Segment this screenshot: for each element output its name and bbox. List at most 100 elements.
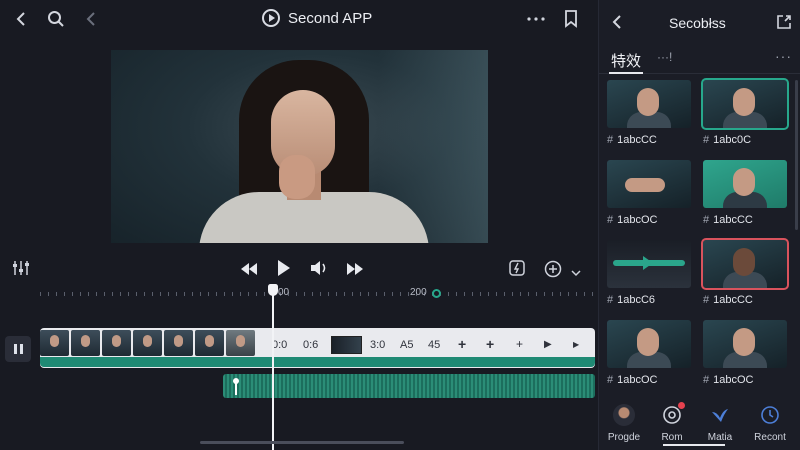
effect-card[interactable]: #1abcCC [703,160,787,226]
effect-caption: #1abcC6 [607,294,691,306]
nav-label: Matia [707,432,733,443]
hash-icon: # [607,294,614,306]
effect-caption: #1abcOC [607,214,691,226]
panel-back-icon[interactable] [607,12,627,32]
track-time: 0:6 [303,339,319,351]
volume-icon[interactable] [311,260,329,281]
thumbnail [40,330,69,356]
hash-icon: # [607,214,614,226]
playback-controls [0,255,598,285]
settings-sliders-icon[interactable] [12,259,30,282]
bookmark-icon[interactable] [560,8,582,30]
pause-button[interactable] [5,336,31,362]
subject-hand [279,155,315,199]
more-dots-icon[interactable] [524,8,548,30]
add-keyframe-button[interactable]: + [458,336,466,352]
effect-label: 1abcCC [713,214,753,226]
effect-thumbnail [607,160,691,208]
ruler-label-playhead: 00 [278,287,290,298]
panel-scrollbar[interactable] [795,80,798,230]
thumbnail [133,330,162,356]
effect-thumbnail [703,160,787,208]
effect-label: 1abcCC [713,294,753,306]
add-keyframe-button[interactable]: + [486,336,494,352]
effect-label: 1abc0C [713,134,752,146]
effect-caption: #1abc0C [703,134,787,146]
play-segment-button[interactable]: ▶ [573,340,579,349]
panel-tabs: 特效 ···! ··· [599,44,800,74]
add-circle-icon[interactable] [544,260,562,283]
clip-thumbnail[interactable] [331,336,362,354]
thumbnail [195,330,224,356]
hash-icon: # [703,294,710,306]
playhead-knob[interactable] [268,284,278,296]
hash-icon: # [607,374,614,386]
ruler-ticks [40,292,595,296]
effect-card[interactable]: #1abcC6 [607,240,691,306]
bottom-nav: Progde Rom Matia Recont [599,398,800,450]
panel-title: Secobłss [669,15,726,31]
back-arrow-dim-icon[interactable] [80,8,102,30]
horizontal-scrollbar[interactable] [200,441,404,444]
fast-forward-icon[interactable] [347,262,363,280]
thumbnail [226,330,255,356]
tab-effects[interactable]: 特效 [611,50,641,71]
effect-label: 1abcC6 [617,294,656,306]
top-bar: Second APP [0,0,598,40]
nav-item-rom[interactable]: Rom [647,402,697,443]
play-circle-icon [262,9,280,27]
rewind-icon[interactable] [241,262,257,280]
effect-card[interactable]: #1abcCC [701,238,789,306]
chevron-down-icon[interactable] [571,264,581,282]
effect-card[interactable]: #1abcOC [607,320,691,386]
effect-caption: #1abcCC [703,294,787,306]
play-segment-button[interactable]: ▶ [544,339,552,350]
add-keyframe-button[interactable]: + [516,337,523,351]
nav-item-recont[interactable]: Recont [745,404,795,443]
effect-caption: #1abcOC [703,374,787,386]
effect-caption: #1abcCC [703,214,787,226]
nav-label: Rom [661,432,683,443]
tab-underline [609,72,643,74]
nav-label: Recont [754,432,786,443]
audio-track[interactable] [223,374,595,398]
effects-panel: Secobłss 特效 ···! ··· #1abcCC #1abc0C #1a… [598,0,800,450]
back-arrow-icon[interactable] [10,8,32,30]
notification-dot [678,402,685,409]
effect-thumbnail-selected [701,78,789,130]
timeline-ruler[interactable]: 00 200 [0,284,598,302]
clock-icon [759,404,781,426]
thumbnail [164,330,193,356]
effect-card[interactable]: #1abcCC [607,80,691,146]
track-progress-strip [40,357,595,367]
track-thumbnails [40,330,255,360]
audio-handle[interactable] [233,378,239,396]
effect-thumbnail [607,320,691,368]
nav-active-indicator [663,444,725,446]
tab-more[interactable]: ···! [657,50,672,64]
search-icon[interactable] [45,8,67,30]
marker-dot[interactable] [432,289,441,298]
editor-area: Second APP 00 200 0:0 0:6 3:0 A5 45 + + … [0,0,598,450]
effect-card[interactable]: #1abcOC [607,160,691,226]
effect-caption: #1abcCC [607,134,691,146]
lightning-box-icon[interactable] [509,260,525,281]
thumbnail [71,330,100,356]
export-icon[interactable] [774,12,794,32]
effect-thumbnail [607,240,691,288]
nav-item-progde[interactable]: Progde [599,404,649,443]
hash-icon: # [607,134,614,146]
effect-card[interactable]: #1abc0C [701,78,789,146]
play-icon[interactable] [278,260,290,281]
target-icon [661,402,685,426]
nav-item-matia[interactable]: Matia [695,404,745,443]
app-title: Second APP [288,9,373,27]
playhead[interactable] [272,286,274,450]
track-label: A5 [400,339,414,351]
more-dots-icon[interactable]: ··· [775,48,792,64]
effect-card[interactable]: #1abcOC [703,320,787,386]
track-time: 3:0 [370,339,386,351]
track-label: 45 [428,339,441,351]
video-preview[interactable] [111,50,488,243]
nav-label: Progde [607,432,641,443]
